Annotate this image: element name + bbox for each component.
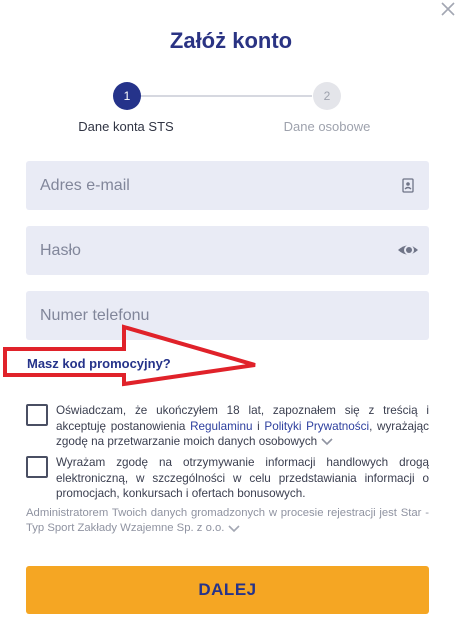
data-admin-note: Administratorem Twoich danych gromadzony… bbox=[26, 506, 429, 536]
close-button[interactable] bbox=[438, 0, 458, 20]
close-icon bbox=[441, 2, 455, 16]
consent-marketing-text: Wyrażam zgodę na otrzymywanie informacji… bbox=[56, 456, 429, 500]
step-2-indicator: 2 bbox=[313, 82, 341, 110]
password-input[interactable] bbox=[40, 226, 370, 275]
next-button[interactable]: DALEJ bbox=[26, 566, 429, 614]
contact-card-icon bbox=[402, 178, 414, 193]
eye-icon[interactable] bbox=[397, 240, 419, 260]
password-field-container bbox=[26, 226, 429, 275]
stepper-line bbox=[140, 95, 312, 97]
page-title: Załóż konto bbox=[169, 28, 293, 53]
promo-code-link[interactable]: Masz kod promocyjny? bbox=[27, 356, 171, 371]
privacy-policy-link[interactable]: Polityki Prywatności bbox=[264, 420, 369, 433]
step-1-indicator: 1 bbox=[113, 82, 141, 110]
consent-text: i bbox=[252, 419, 265, 433]
step-1-label: Dane konta STS bbox=[78, 119, 174, 134]
consent-age-terms-text: Oświadczam, że ukończyłem 18 lat, zapozn… bbox=[56, 403, 429, 450]
terms-link[interactable]: Regulaminu bbox=[190, 420, 252, 433]
step-2-label: Dane osobowe bbox=[283, 119, 371, 134]
consent-marketing-checkbox[interactable] bbox=[26, 456, 48, 478]
consent-age-terms-checkbox[interactable] bbox=[26, 404, 48, 426]
chevron-down-icon[interactable] bbox=[321, 437, 333, 446]
red-arrow-icon bbox=[3, 324, 256, 387]
chevron-down-icon[interactable] bbox=[228, 524, 240, 533]
email-field-container bbox=[26, 161, 429, 210]
email-input[interactable] bbox=[40, 161, 370, 210]
